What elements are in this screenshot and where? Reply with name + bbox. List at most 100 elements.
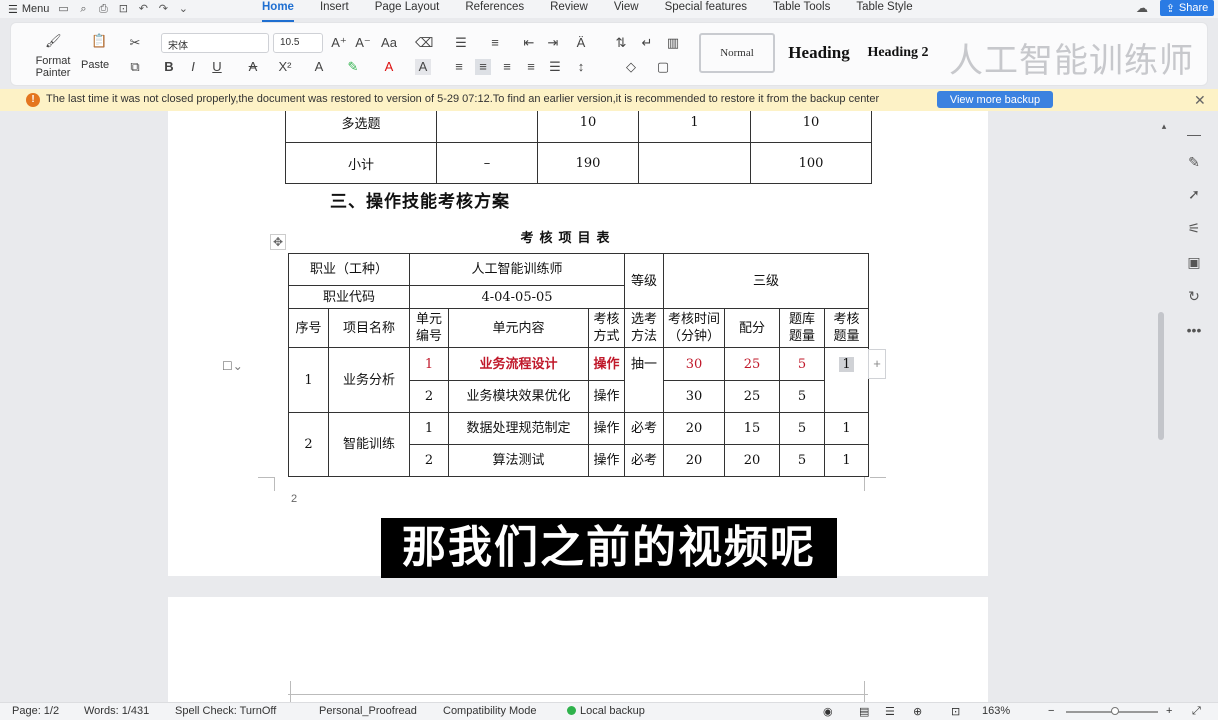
zoom-slider-thumb[interactable] <box>1111 707 1119 715</box>
table-cell[interactable]: 操作 <box>588 380 625 413</box>
table-cell[interactable]: 5 <box>779 444 825 477</box>
tab-special-features[interactable]: Special features <box>665 0 747 18</box>
table-cell[interactable]: 30 <box>663 347 725 381</box>
file-icon[interactable]: ▭ <box>57 3 69 15</box>
eye-protect-icon[interactable]: ◉ <box>823 705 833 718</box>
undo-icon[interactable]: ↶ <box>137 3 149 15</box>
share-button[interactable]: ⇪ Share <box>1160 0 1214 16</box>
text-effect-icon[interactable]: A <box>311 59 327 75</box>
table-cell[interactable]: 业务分析 <box>328 347 410 413</box>
character-shading-icon[interactable]: A <box>415 59 431 75</box>
align-left-icon[interactable]: ≡ <box>451 59 467 75</box>
table-header-cell[interactable]: 配分 <box>724 308 780 348</box>
table-cell[interactable]: 数据处理规范制定 <box>448 412 589 445</box>
table-caption[interactable]: 考核项目表 <box>468 227 668 246</box>
table-cell[interactable]: 10 <box>750 111 872 143</box>
align-center-icon[interactable]: ≡ <box>475 59 491 75</box>
asian-layout-icon[interactable]: Ä <box>573 35 589 51</box>
word-count[interactable]: Words: 1/431 <box>84 705 149 717</box>
table-cell[interactable]: 30 <box>663 380 725 413</box>
image-icon[interactable]: ▣ <box>1184 252 1204 272</box>
table-cell[interactable]: 4-04-05-05 <box>409 285 625 309</box>
cut-icon[interactable]: ✂ <box>127 35 143 51</box>
table-cell[interactable]: 抽一 <box>624 347 664 413</box>
shrink-font-icon[interactable]: A⁻ <box>355 35 371 51</box>
table-cell[interactable]: 2 <box>288 412 329 477</box>
table-cell[interactable]: 2 <box>409 380 449 413</box>
bullets-icon[interactable]: ☰ <box>453 35 469 51</box>
table-cell[interactable]: 多选题 <box>285 111 437 143</box>
tab-page-layout[interactable]: Page Layout <box>375 0 440 18</box>
justify-icon[interactable]: ≡ <box>523 59 539 75</box>
table-cell[interactable]: 1 <box>409 412 449 445</box>
table-cell[interactable]: 10 <box>537 111 639 143</box>
table-header-cell[interactable]: 单元内容 <box>448 308 589 348</box>
grow-font-icon[interactable]: A⁺ <box>331 35 347 51</box>
table-header-cell[interactable]: 考核 题量 <box>824 308 869 348</box>
fullscreen-icon[interactable]: ⤢ <box>1192 705 1201 718</box>
table-cell[interactable]: 5 <box>779 412 825 445</box>
tab-table-tools[interactable]: Table Tools <box>773 0 830 18</box>
section-heading[interactable]: 三、操作技能考核方案 <box>330 187 510 212</box>
table-cell[interactable]: 5 <box>779 380 825 413</box>
superscript-icon[interactable]: X² <box>277 59 293 75</box>
columns-icon[interactable]: ▥ <box>665 35 681 51</box>
row-handle-icon[interactable]: ☐⌄ <box>222 359 243 373</box>
tab-review[interactable]: Review <box>550 0 588 18</box>
align-right-icon[interactable]: ≡ <box>499 59 515 75</box>
table-cell[interactable]: 15 <box>724 412 780 445</box>
proofread-button[interactable]: Personal_Proofread <box>319 705 417 717</box>
format-painter-button[interactable]: Format Painter <box>31 55 75 79</box>
table-header-cell[interactable]: 序号 <box>288 308 329 348</box>
spell-check-toggle[interactable]: Spell Check: TurnOff <box>175 705 276 717</box>
table-cell[interactable]: 职业代码 <box>288 285 410 309</box>
history-icon[interactable]: ↻ <box>1184 286 1204 306</box>
borders-icon[interactable]: ▢ <box>655 59 671 75</box>
table-header-cell[interactable]: 考核 方式 <box>588 308 625 348</box>
close-icon[interactable]: ✕ <box>1194 92 1206 109</box>
copy-icon[interactable]: ⧉ <box>127 59 143 75</box>
menu-button[interactable]: ☰ Menu <box>8 3 49 16</box>
paste-button[interactable]: Paste <box>81 59 109 71</box>
table-cell[interactable]: 2 <box>409 444 449 477</box>
style-heading[interactable]: Heading <box>779 33 859 73</box>
italic-icon[interactable]: I <box>185 59 201 75</box>
table-cell[interactable]: 必考 <box>624 444 664 477</box>
table-cell[interactable]: 操作 <box>588 444 625 477</box>
table-cell[interactable] <box>638 142 751 184</box>
table-cell[interactable]: 1 <box>824 347 869 413</box>
vertical-scrollbar[interactable] <box>1158 312 1164 440</box>
print-icon[interactable]: ⎙ <box>97 3 109 15</box>
pen-icon[interactable]: ✎ <box>1184 152 1204 172</box>
collapse-icon[interactable]: — <box>1184 124 1204 144</box>
selected-text[interactable]: 1 <box>839 357 854 372</box>
shading-icon[interactable]: ◇ <box>623 59 639 75</box>
increase-indent-icon[interactable]: ⇥ <box>545 35 561 51</box>
fit-page-icon[interactable]: ⊡ <box>951 705 960 718</box>
table-cell[interactable]: 1 <box>824 444 869 477</box>
table-cell[interactable]: 1 <box>288 347 329 413</box>
table-cell[interactable]: 1 <box>638 111 751 143</box>
web-view-icon[interactable]: ⊕ <box>913 705 922 718</box>
print-preview-icon[interactable]: ⊡ <box>117 3 129 15</box>
add-column-button[interactable]: + <box>868 349 886 379</box>
table-cell[interactable]: 智能训练 <box>328 412 410 477</box>
table-move-handle-icon[interactable]: ✥ <box>270 234 286 250</box>
table-cell[interactable]: 操作 <box>588 412 625 445</box>
scroll-up-icon[interactable]: ▴ <box>1154 116 1174 136</box>
table-header-cell[interactable]: 选考 方法 <box>624 308 664 348</box>
tab-home[interactable]: Home <box>262 0 294 22</box>
paste-icon[interactable]: 📋 <box>91 33 107 49</box>
table-cell[interactable]: 190 <box>537 142 639 184</box>
decrease-indent-icon[interactable]: ⇤ <box>521 35 537 51</box>
page-view-icon[interactable]: ▤ <box>859 705 869 718</box>
underline-icon[interactable]: U <box>209 59 225 75</box>
tab-insert[interactable]: Insert <box>320 0 349 18</box>
line-spacing-icon[interactable]: ↕ <box>573 59 589 75</box>
table-cell[interactable]: 人工智能训练师 <box>409 253 625 286</box>
quick-access-dropdown-icon[interactable]: ⌄ <box>177 3 189 15</box>
outline-view-icon[interactable]: ☰ <box>885 705 895 718</box>
page-indicator[interactable]: Page: 1/2 <box>12 705 59 717</box>
table-cell[interactable]: 20 <box>663 444 725 477</box>
table-cell[interactable]: 必考 <box>624 412 664 445</box>
